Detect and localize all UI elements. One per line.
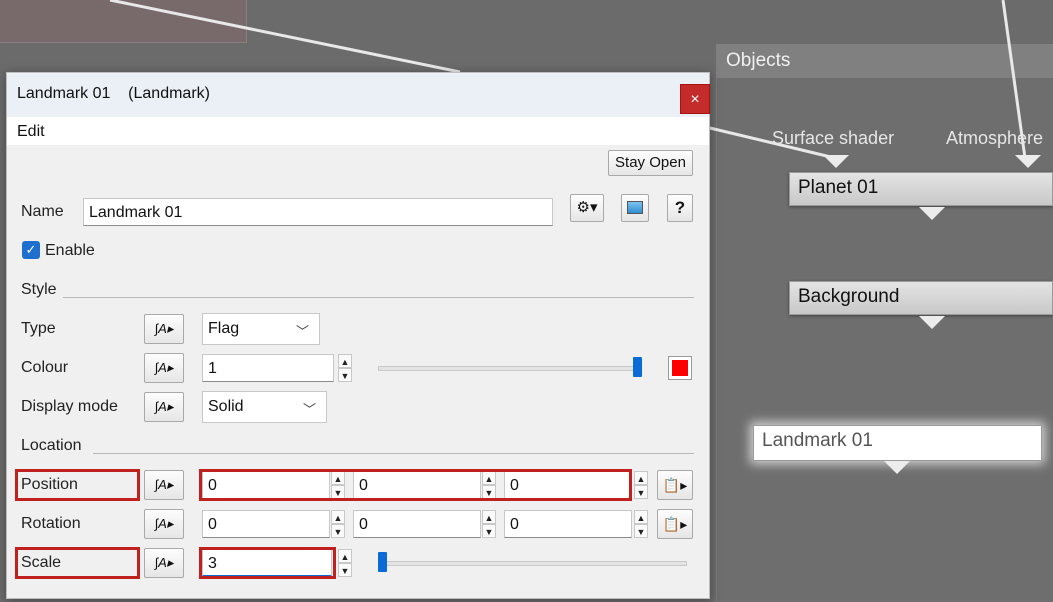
position-inputs-highlight (199, 469, 632, 501)
colour-slider-thumb[interactable] (633, 357, 642, 377)
type-label: Type (21, 320, 56, 337)
colour-swatch-button[interactable] (668, 356, 692, 380)
dialog-title: Landmark 01 (Landmark) (17, 85, 210, 102)
colour-input[interactable]: 1 (202, 354, 334, 382)
animation-curve-icon: ∫A▸ (154, 399, 174, 414)
menu-edit[interactable]: Edit (17, 123, 45, 141)
spin-down-icon[interactable]: ▼ (482, 524, 496, 538)
scale-slider-thumb[interactable] (378, 552, 387, 572)
spin-up-icon[interactable]: ▲ (482, 510, 496, 524)
animation-curve-icon: ∫A▸ (154, 516, 174, 531)
spin-up-icon[interactable]: ▲ (331, 510, 345, 524)
rotation-label: Rotation (21, 515, 81, 532)
output-port-background[interactable] (919, 316, 945, 329)
chevron-down-icon: ﹀ (295, 324, 309, 339)
display-mode-animation-button[interactable]: ∫A▸ (144, 392, 184, 422)
spin-down-icon[interactable]: ▼ (338, 368, 352, 382)
spin-up-icon[interactable]: ▲ (338, 354, 352, 368)
colour-slider-track[interactable] (378, 366, 642, 371)
node-background[interactable]: Background (789, 281, 1053, 315)
help-button[interactable]: ? (667, 194, 693, 222)
type-select-value: Flag (208, 320, 240, 337)
dialog-titlebar[interactable]: Landmark 01 (Landmark) × (7, 73, 710, 117)
spin-up-icon[interactable]: ▲ (338, 549, 352, 563)
scale-input-highlight (199, 547, 336, 579)
spin-down-icon[interactable]: ▼ (634, 524, 648, 538)
display-mode-select-value: Solid (208, 398, 244, 415)
type-select[interactable]: Flag ﹀ (202, 313, 320, 345)
spin-up-icon[interactable]: ▲ (634, 510, 648, 524)
style-section-heading: Style (21, 281, 57, 298)
colour-label: Colour (21, 359, 69, 376)
node-landmark[interactable]: Landmark 01 (753, 425, 1042, 461)
rotation-x-input[interactable]: 0 (202, 510, 330, 538)
scale-slider-track[interactable] (378, 561, 687, 566)
rotation-x-spinner[interactable]: ▲ ▼ (331, 510, 345, 538)
colour-animation-button[interactable]: ∫A▸ (144, 353, 184, 383)
chevron-down-icon: ﹀ (302, 402, 316, 417)
animation-curve-icon: ∫A▸ (154, 360, 174, 375)
scale-spinner[interactable]: ▲ ▼ (338, 549, 352, 577)
display-mode-select[interactable]: Solid ﹀ (202, 391, 327, 423)
scale-label: Scale (21, 554, 62, 571)
enable-label: Enable (45, 242, 95, 259)
landmark-dialog: Landmark 01 (Landmark) × Edit Stay Open … (6, 72, 710, 599)
input-port-surface-shader[interactable] (823, 155, 849, 168)
spin-down-icon[interactable]: ▼ (634, 485, 648, 499)
name-label: Name (21, 203, 64, 220)
output-port-landmark[interactable] (884, 461, 910, 474)
rotation-z-spinner[interactable]: ▲ ▼ (634, 510, 648, 538)
stay-open-button[interactable]: Stay Open (608, 150, 693, 176)
position-z-spinner[interactable]: ▲ ▼ (634, 471, 648, 499)
rotation-y-spinner[interactable]: ▲ ▼ (482, 510, 496, 538)
close-button[interactable]: × (680, 84, 710, 114)
spin-down-icon[interactable]: ▼ (331, 524, 345, 538)
node-planet[interactable]: Planet 01 (789, 172, 1053, 206)
rotation-paste-button[interactable]: 📋▸ (657, 509, 693, 539)
position-animation-button[interactable]: ∫A▸ (144, 470, 184, 500)
animation-curve-icon: ∫A▸ (154, 477, 174, 492)
location-section-heading: Location (21, 437, 82, 454)
paste-icon: 📋▸ (662, 477, 688, 493)
gear-icon: ⚙▾ (576, 199, 598, 216)
output-port-planet[interactable] (919, 207, 945, 220)
animation-curve-icon: ∫A▸ (154, 555, 174, 570)
style-divider (63, 297, 694, 298)
spin-down-icon[interactable]: ▼ (338, 563, 352, 577)
enable-checkbox[interactable]: ✓ (22, 241, 40, 259)
rotation-animation-button[interactable]: ∫A▸ (144, 509, 184, 539)
type-animation-button[interactable]: ∫A▸ (144, 314, 184, 344)
colour-spinner[interactable]: ▲ ▼ (338, 354, 352, 382)
paste-icon: 📋▸ (662, 516, 688, 532)
display-mode-label: Display mode (21, 398, 118, 415)
settings-button[interactable]: ⚙▾ (570, 194, 604, 222)
scale-animation-button[interactable]: ∫A▸ (144, 548, 184, 578)
name-input[interactable]: Landmark 01 (83, 198, 553, 226)
position-paste-button[interactable]: 📋▸ (657, 470, 693, 500)
spin-up-icon[interactable]: ▲ (634, 471, 648, 485)
preview-button[interactable] (621, 194, 649, 222)
preview-icon (627, 201, 643, 214)
input-port-atmosphere[interactable] (1015, 155, 1041, 168)
rotation-y-input[interactable]: 0 (353, 510, 481, 538)
animation-curve-icon: ∫A▸ (154, 321, 174, 336)
rotation-z-input[interactable]: 0 (504, 510, 632, 538)
position-label: Position (21, 476, 78, 493)
close-icon: × (690, 91, 700, 108)
location-divider (93, 453, 694, 454)
menu-bar: Edit (7, 117, 709, 145)
